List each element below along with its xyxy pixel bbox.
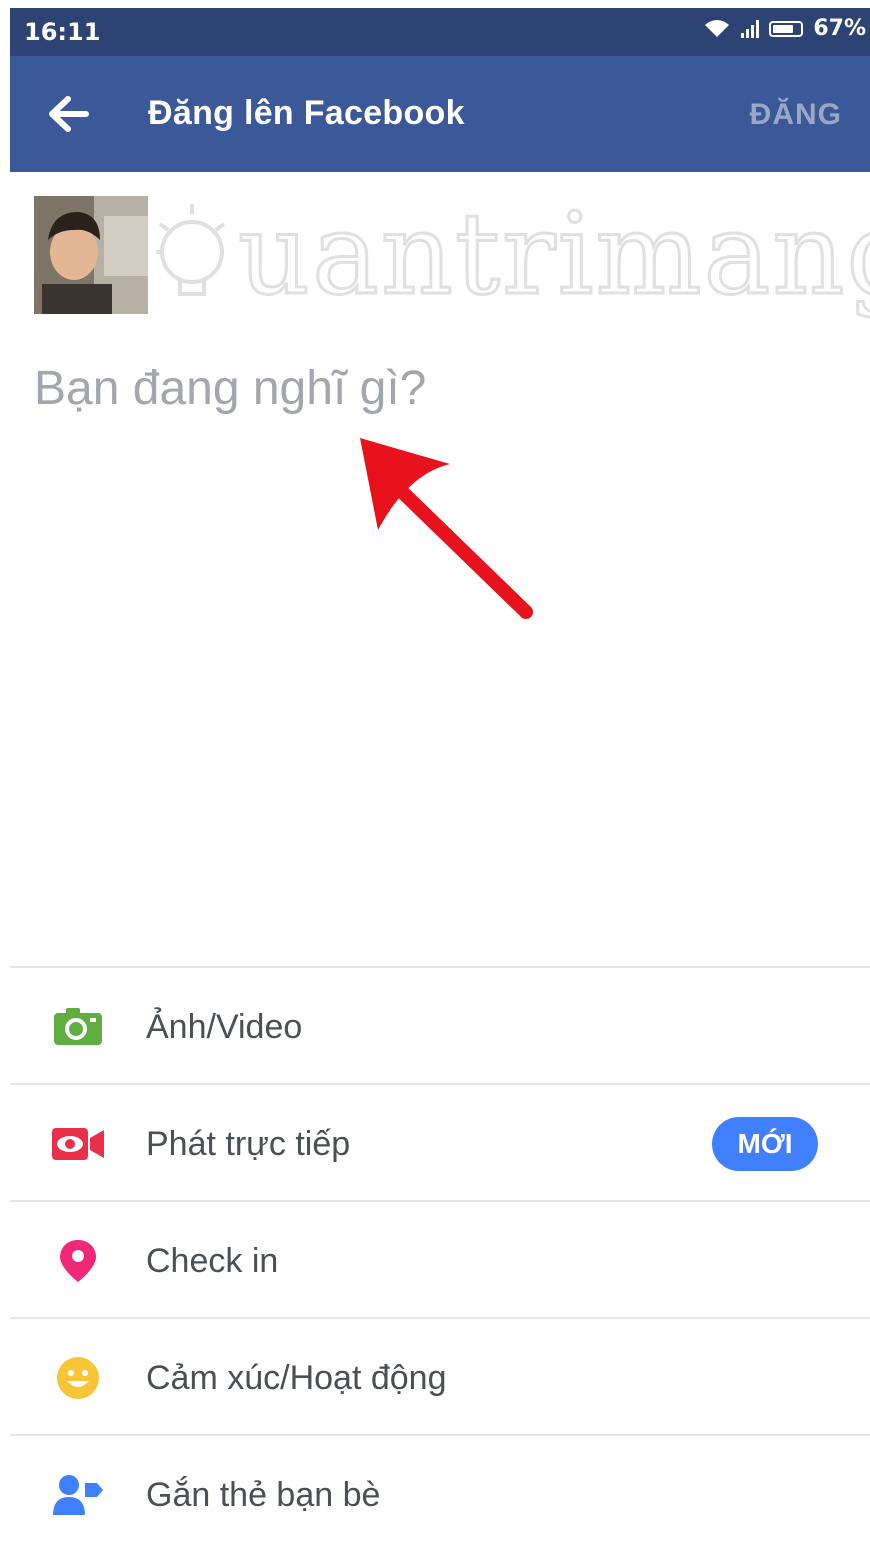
back-arrow-icon xyxy=(49,96,89,132)
watermark: uantrimang xyxy=(150,186,870,336)
back-button[interactable] xyxy=(40,86,96,142)
avatar xyxy=(34,196,148,314)
status-input[interactable] xyxy=(34,348,834,428)
smiley-icon xyxy=(50,1357,106,1399)
option-tag-friends[interactable]: Gắn thẻ bạn bè xyxy=(10,1436,870,1547)
post-composer-screen: 16:11 67% Đăng lên Facebook ĐĂNG uantrim… xyxy=(10,8,870,1547)
option-label: Ảnh/Video xyxy=(146,1008,303,1046)
status-bar: 16:11 67% xyxy=(10,8,870,56)
lightbulb-watermark-icon xyxy=(156,204,226,296)
post-button[interactable]: ĐĂNG xyxy=(750,98,842,132)
page-title: Đăng lên Facebook xyxy=(148,94,465,132)
live-video-icon xyxy=(50,1123,106,1165)
option-label: Cảm xúc/Hoạt động xyxy=(146,1359,447,1397)
status-icons: 67% xyxy=(703,16,866,41)
post-options-list: Ảnh/Video Phát trực tiếp MỚI Check in Cả… xyxy=(10,966,870,1547)
annotation-arrow-icon xyxy=(360,438,533,619)
option-live-video[interactable]: Phát trực tiếp MỚI xyxy=(10,1085,870,1202)
option-feeling-activity[interactable]: Cảm xúc/Hoạt động xyxy=(10,1319,870,1436)
option-photo-video[interactable]: Ảnh/Video xyxy=(10,968,870,1085)
avatar-photo-icon xyxy=(34,196,148,314)
option-label: Gắn thẻ bạn bè xyxy=(146,1476,381,1514)
location-pin-icon xyxy=(50,1240,106,1282)
option-label: Check in xyxy=(146,1242,279,1280)
tag-friends-icon xyxy=(50,1474,106,1516)
camera-icon xyxy=(50,1006,106,1048)
signal-icon xyxy=(741,19,760,38)
status-time: 16:11 xyxy=(24,18,101,46)
option-check-in[interactable]: Check in xyxy=(10,1202,870,1319)
watermark-text: uantrimang xyxy=(236,189,870,322)
option-label: Phát trực tiếp xyxy=(146,1125,351,1163)
new-badge: MỚI xyxy=(712,1117,818,1171)
battery-icon xyxy=(769,20,804,37)
wifi-icon xyxy=(705,19,730,37)
battery-percent: 67% xyxy=(813,16,866,41)
app-bar: Đăng lên Facebook ĐĂNG xyxy=(10,56,870,172)
